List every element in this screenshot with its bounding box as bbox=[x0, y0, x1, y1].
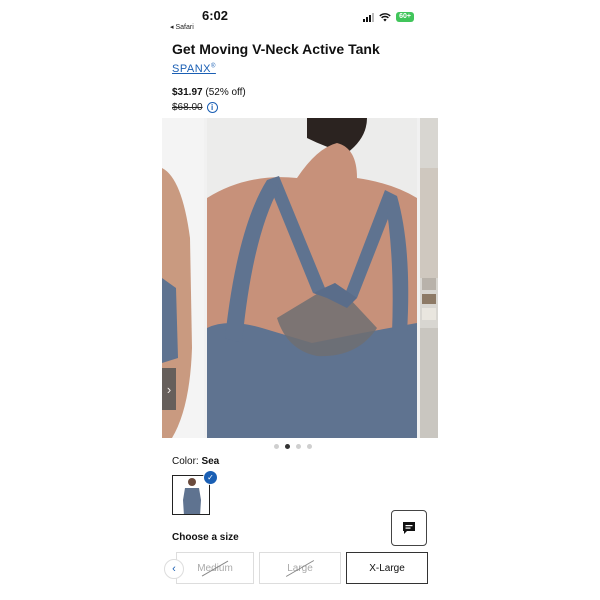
brand-name: SPANX bbox=[172, 63, 211, 75]
image-carousel[interactable]: › bbox=[162, 118, 438, 438]
carousel-dots bbox=[274, 444, 312, 449]
size-label: Choose a size bbox=[172, 532, 239, 543]
product-image-next[interactable] bbox=[420, 118, 438, 438]
price-row: $31.97 (52% off) bbox=[172, 87, 246, 98]
chat-icon bbox=[403, 522, 415, 534]
product-screen: 6:02 ◂ Safari 60+ Get Moving V-Neck Acti… bbox=[162, 0, 438, 600]
chevron-right-icon[interactable]: › bbox=[162, 368, 176, 410]
back-to-safari-link[interactable]: ◂ Safari bbox=[170, 23, 194, 31]
size-option-label: Large bbox=[287, 562, 313, 574]
color-value: Sea bbox=[201, 456, 220, 467]
status-time: 6:02 bbox=[202, 8, 229, 23]
original-price-row: $68.00 i bbox=[172, 102, 218, 113]
chat-button[interactable] bbox=[391, 510, 427, 546]
carousel-dot[interactable] bbox=[307, 444, 312, 449]
size-option-x-large[interactable]: X-Large bbox=[346, 552, 428, 584]
original-price: $68.00 bbox=[172, 102, 203, 113]
color-label-prefix: Color: bbox=[172, 456, 202, 467]
size-option-label: Medium bbox=[197, 562, 233, 574]
product-image-main[interactable] bbox=[207, 118, 417, 438]
color-label: Color: Sea bbox=[172, 456, 219, 467]
info-icon[interactable]: i bbox=[206, 102, 218, 113]
status-icons: 60+ bbox=[363, 12, 414, 22]
product-title: Get Moving V-Neck Active Tank bbox=[172, 41, 380, 57]
brand-registered-mark: ® bbox=[210, 63, 216, 70]
carousel-dot-active[interactable] bbox=[285, 444, 290, 449]
discount-text: (52% off) bbox=[205, 87, 246, 98]
chevron-left-icon[interactable]: ‹ bbox=[164, 559, 184, 579]
battery-indicator: 60+ bbox=[396, 12, 414, 22]
size-option-large[interactable]: Large bbox=[259, 552, 341, 584]
size-option-label: X-Large bbox=[369, 562, 405, 574]
carousel-dot[interactable] bbox=[274, 444, 279, 449]
brand-link[interactable]: SPANX® bbox=[172, 63, 216, 75]
wifi-icon bbox=[379, 12, 391, 21]
signal-icon bbox=[363, 12, 375, 22]
sale-price: $31.97 bbox=[172, 87, 203, 98]
size-option-medium[interactable]: Medium bbox=[176, 552, 254, 584]
size-options: Medium Large X-Large ‹ bbox=[162, 552, 438, 586]
check-icon: ✓ bbox=[203, 470, 218, 485]
carousel-dot[interactable] bbox=[296, 444, 301, 449]
